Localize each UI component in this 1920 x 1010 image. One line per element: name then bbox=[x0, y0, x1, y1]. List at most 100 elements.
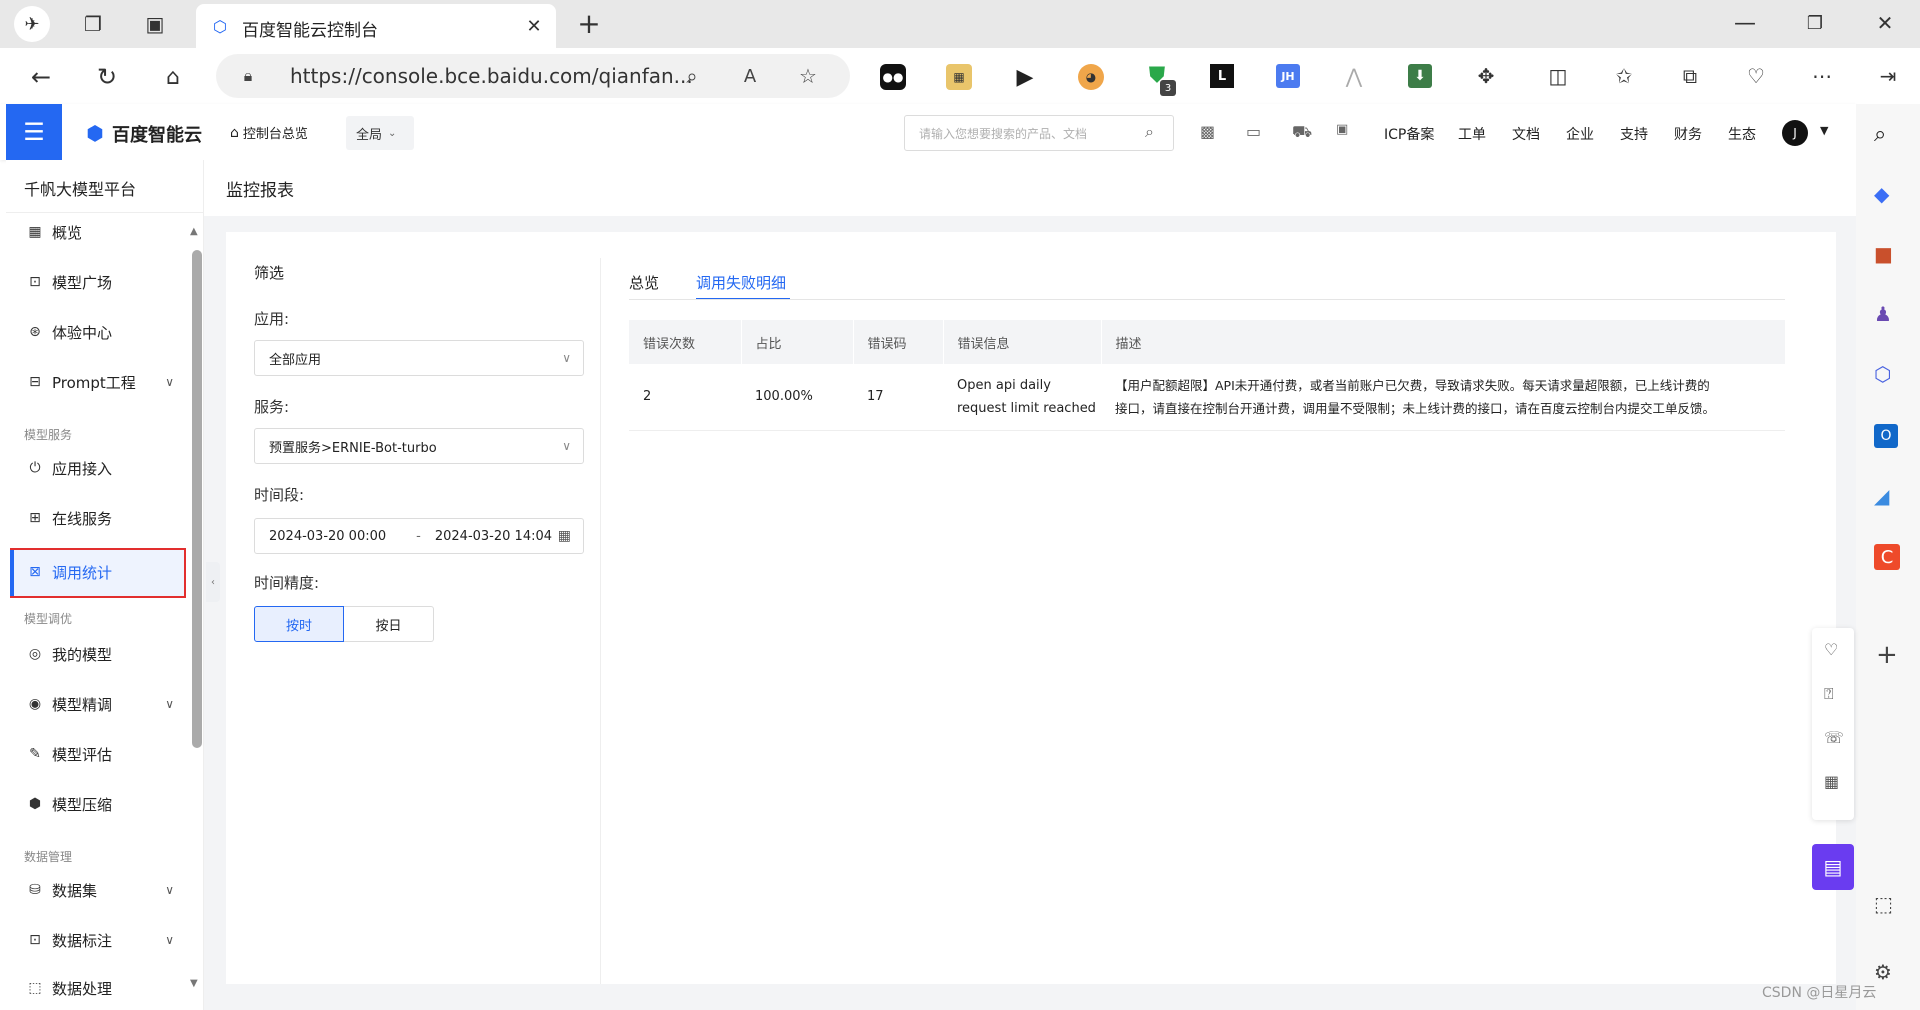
address-bar[interactable]: 🔒︎ https://console.bce.baidu.com/qianfan… bbox=[216, 54, 850, 98]
sidebar-item-dataset[interactable]: ⛁ 数据集 ∨ bbox=[24, 870, 174, 910]
settings-gear-icon[interactable]: ⚙ bbox=[1874, 960, 1892, 984]
sidebar-item-labeling[interactable]: ⊡ 数据标注 ∨ bbox=[24, 920, 174, 960]
help-icon[interactable]: ⍰ bbox=[1824, 684, 1834, 704]
read-aloud-icon[interactable]: A bbox=[738, 64, 762, 88]
end-date[interactable]: 2024-03-20 14:04 bbox=[435, 529, 552, 544]
sidebar-item-app-access[interactable]: ⏻ 应用接入 bbox=[24, 448, 112, 488]
games-icon[interactable]: ♟ bbox=[1874, 302, 1892, 326]
new-tab-icon[interactable]: + bbox=[574, 7, 604, 40]
sidebar-item-experience[interactable]: ⊛ 体验中心 bbox=[24, 312, 112, 352]
sidebar-toggle-icon[interactable]: ⇥ bbox=[1876, 64, 1900, 88]
extension-icon[interactable]: ●● bbox=[880, 64, 906, 90]
search-icon[interactable]: ⌕ bbox=[1874, 122, 1886, 147]
avatar[interactable]: J bbox=[1782, 120, 1808, 146]
global-search[interactable]: 请输入您想要搜索的产品、文档 ⌕ bbox=[904, 115, 1174, 151]
scroll-up-icon[interactable]: ▲ bbox=[190, 226, 198, 237]
collections-icon[interactable]: ⧉ bbox=[1678, 64, 1702, 88]
sidebar-item-online-service[interactable]: ⊞ 在线服务 bbox=[24, 498, 112, 538]
extension-icon[interactable]: L bbox=[1210, 64, 1234, 88]
zoom-icon[interactable]: ⌕ bbox=[680, 64, 704, 88]
home-icon[interactable]: ⌂ bbox=[158, 62, 188, 92]
start-date[interactable]: 2024-03-20 00:00 bbox=[269, 529, 386, 544]
tab-overview[interactable]: 总览 bbox=[629, 272, 659, 293]
region-select[interactable]: 全局 ⌄ bbox=[346, 116, 414, 150]
header-link-support[interactable]: 支持 bbox=[1620, 124, 1648, 144]
header-link-ecosystem[interactable]: 生态 bbox=[1728, 124, 1756, 144]
sidebar-item-evaluate[interactable]: ✎ 模型评估 bbox=[24, 734, 112, 774]
tab-close-icon[interactable]: ✕ bbox=[522, 14, 546, 38]
send-icon[interactable]: ◢ bbox=[1874, 484, 1889, 508]
screenshot-icon[interactable]: ⬚ bbox=[1874, 892, 1893, 916]
column-header: 错误次数 bbox=[643, 336, 696, 352]
browser-essentials-icon[interactable]: ♡ bbox=[1744, 64, 1768, 88]
vertical-tabs-icon[interactable]: ▣ bbox=[140, 10, 170, 38]
qrcode-icon[interactable]: ▩ bbox=[1200, 122, 1215, 141]
caret-down-icon[interactable]: ▼ bbox=[1820, 124, 1828, 137]
sidebar-item-overview[interactable]: ▦ 概览 bbox=[24, 212, 82, 252]
extension-icon[interactable]: JH bbox=[1276, 64, 1300, 88]
browser-tab[interactable]: ⬡ 百度智能云控制台 ✕ bbox=[196, 4, 556, 48]
chat-assistant-button[interactable]: ▤ bbox=[1812, 844, 1854, 890]
message-icon[interactable]: ▭ bbox=[1246, 122, 1261, 141]
console-home-link[interactable]: ⌂ 控制台总览 bbox=[230, 123, 308, 143]
header-link-finance[interactable]: 财务 bbox=[1674, 124, 1702, 144]
apps-grid-icon[interactable]: ▦ bbox=[1824, 772, 1839, 791]
header-link-icp[interactable]: ICP备案 bbox=[1384, 124, 1434, 144]
sidebar-scrollbar[interactable] bbox=[192, 250, 202, 748]
sidebar-item-compress[interactable]: ⬢ 模型压缩 bbox=[24, 784, 112, 824]
extensions-puzzle-icon[interactable]: ✥ bbox=[1474, 64, 1498, 88]
page-title: 监控报表 bbox=[226, 181, 294, 201]
cart-icon[interactable]: ⛟ bbox=[1292, 122, 1312, 143]
sidebar-item-processing[interactable]: ⬚ 数据处理 bbox=[24, 968, 112, 1008]
sidebar-item-fine-tune[interactable]: ◉ 模型精调 ∨ bbox=[24, 684, 174, 724]
phone-icon[interactable]: ☏ bbox=[1824, 728, 1844, 747]
collapse-sidebar-handle[interactable]: ‹ bbox=[206, 562, 220, 602]
header-link-docs[interactable]: 文档 bbox=[1512, 124, 1540, 144]
extension-icon[interactable]: ▦ bbox=[946, 64, 972, 90]
precision-day-button[interactable]: 按日 bbox=[344, 606, 434, 642]
section-label: 数据管理 bbox=[24, 850, 73, 864]
header-link-enterprise[interactable]: 企业 bbox=[1566, 124, 1594, 144]
favorite-star-icon[interactable]: ☆ bbox=[796, 64, 820, 88]
url-text[interactable]: https://console.bce.baidu.com/qianfan... bbox=[290, 64, 693, 88]
workspaces-icon[interactable]: ❐ bbox=[78, 10, 108, 38]
table-row: 2 100.00% 17 Open api daily request limi… bbox=[629, 364, 1785, 430]
back-icon[interactable]: ← bbox=[26, 62, 56, 92]
header-link-ticket[interactable]: 工单 bbox=[1458, 124, 1486, 144]
play-extension-icon[interactable]: ▶ bbox=[1012, 64, 1038, 90]
calendar-icon[interactable]: ▦ bbox=[558, 528, 571, 544]
reload-icon[interactable]: ↻ bbox=[92, 62, 122, 92]
extension-icon[interactable]: ◕ bbox=[1078, 64, 1104, 90]
download-extension-icon[interactable]: ⬇ bbox=[1408, 64, 1432, 88]
restore-icon[interactable]: ❐ bbox=[1800, 8, 1830, 38]
more-menu-icon[interactable]: ⋯ bbox=[1810, 64, 1834, 88]
tab-failure-detail[interactable]: 调用失败明细 bbox=[696, 272, 786, 293]
profile-icon[interactable]: ✈ bbox=[14, 6, 50, 42]
sidebar-item-prompt[interactable]: ⊟ Prompt工程 ∨ bbox=[24, 362, 174, 402]
minimize-icon[interactable]: — bbox=[1730, 8, 1760, 38]
heart-icon[interactable]: ♡ bbox=[1824, 640, 1838, 659]
service-select[interactable]: 预置服务>ERNIE-Bot-turbo ∨ bbox=[254, 428, 584, 464]
split-screen-icon[interactable]: ◫ bbox=[1546, 64, 1570, 88]
scroll-down-icon[interactable]: ▼ bbox=[190, 978, 198, 989]
tools-icon[interactable]: ■ bbox=[1874, 242, 1893, 266]
favorites-icon[interactable]: ✩ bbox=[1612, 64, 1636, 88]
sidebar-item-my-models[interactable]: ◎ 我的模型 bbox=[24, 634, 112, 674]
date-range-picker[interactable]: 2024-03-20 00:00 - 2024-03-20 14:04 ▦ bbox=[254, 518, 584, 554]
precision-hour-button[interactable]: 按时 bbox=[254, 606, 344, 642]
tag-shortcut-icon[interactable]: ◆ bbox=[1874, 182, 1889, 206]
app-select[interactable]: 全部应用 ∨ bbox=[254, 340, 584, 376]
sidebar-item-label: 数据标注 bbox=[52, 931, 113, 950]
logo-text[interactable]: 百度智能云 bbox=[112, 121, 202, 147]
language-icon[interactable]: ▣ bbox=[1336, 122, 1348, 137]
add-panel-icon[interactable]: + bbox=[1876, 640, 1898, 670]
extension-icon[interactable]: ⋀ bbox=[1342, 64, 1366, 88]
sidebar-item-call-stats[interactable]: ⊠ 调用统计 bbox=[24, 552, 112, 592]
search-icon[interactable]: ⌕ bbox=[1145, 122, 1154, 142]
copilot-icon[interactable]: ⬡ bbox=[1874, 362, 1891, 386]
window-close-icon[interactable]: ✕ bbox=[1870, 8, 1900, 38]
hamburger-menu-button[interactable]: ☰ bbox=[6, 104, 62, 160]
sidebar-item-model-square[interactable]: ⊡ 模型广场 bbox=[24, 262, 112, 302]
outlook-icon[interactable]: O bbox=[1874, 424, 1898, 448]
csdn-icon[interactable]: C bbox=[1874, 544, 1900, 570]
